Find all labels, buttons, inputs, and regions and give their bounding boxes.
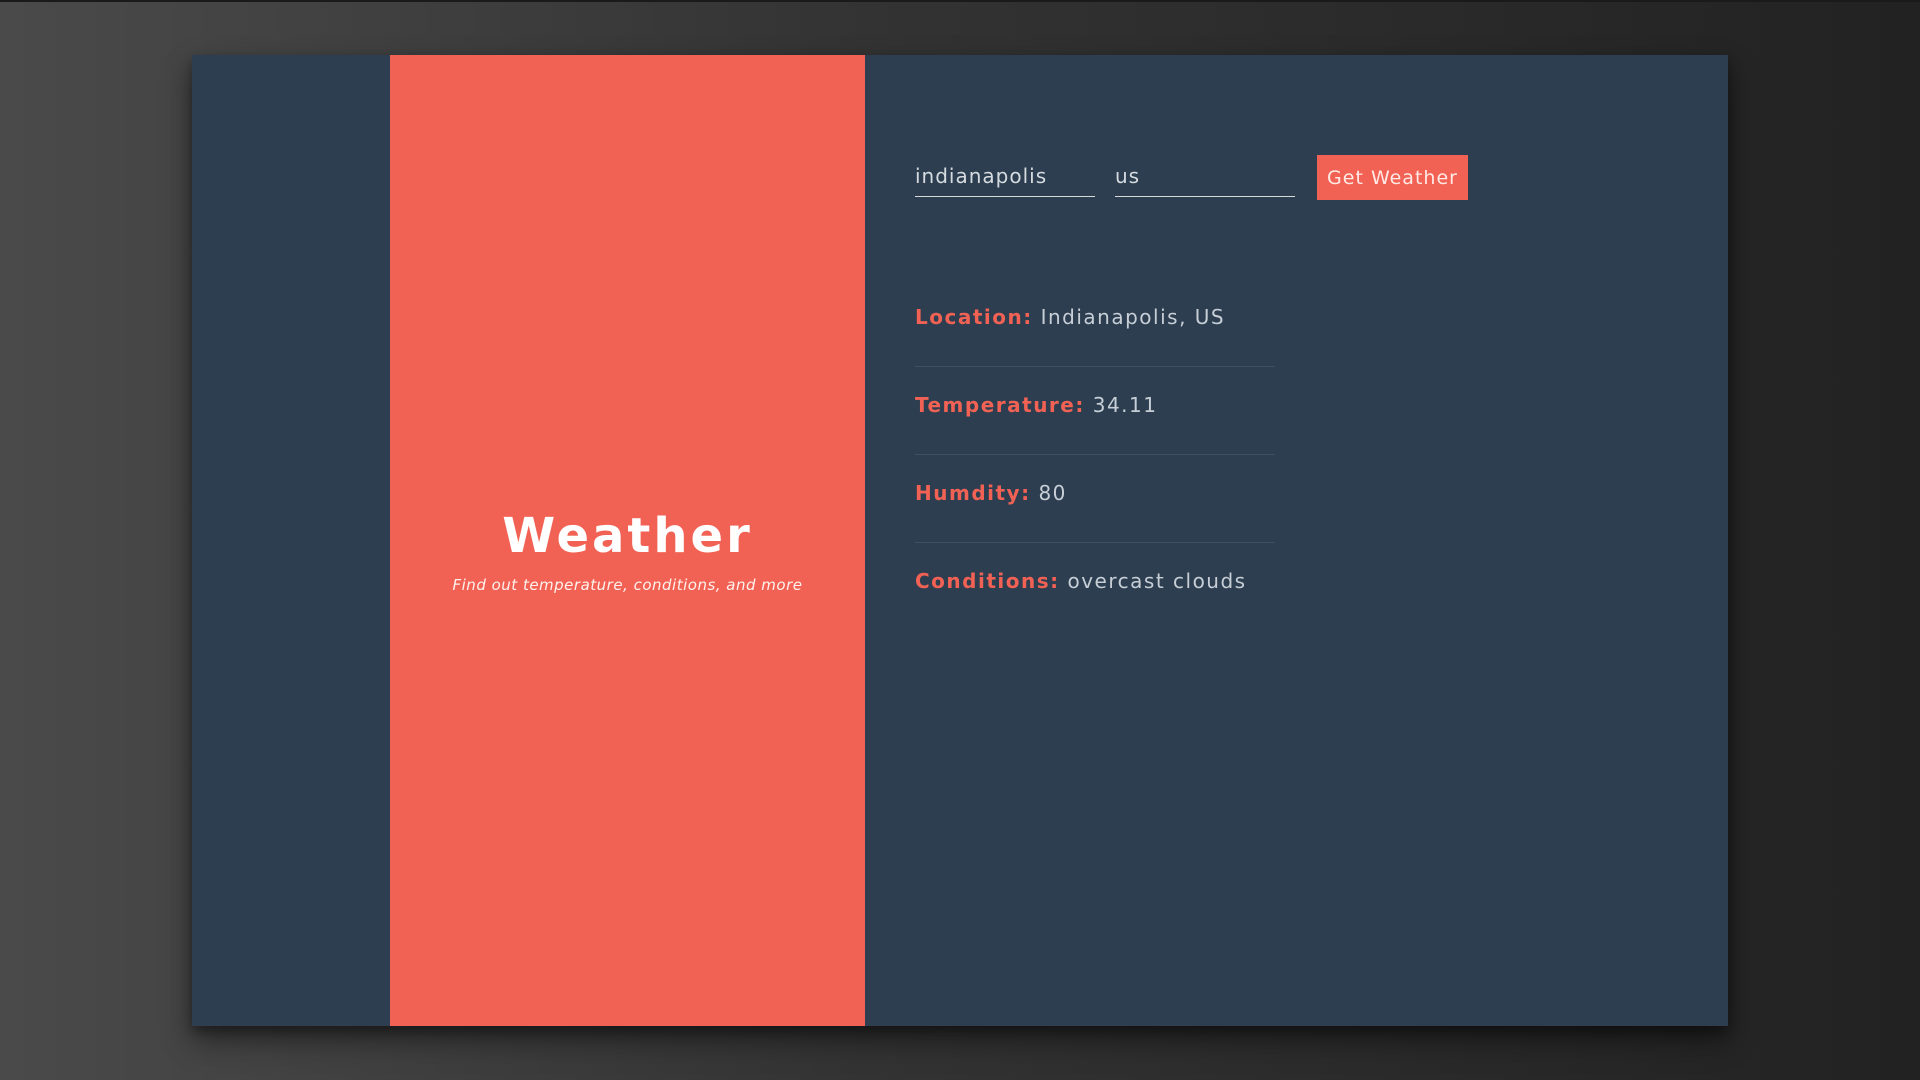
temperature-label: Temperature: <box>915 393 1085 417</box>
conditions-value: overcast clouds <box>1067 569 1247 593</box>
weather-app-card: Weather Find out temperature, conditions… <box>192 55 1728 1026</box>
location-value: Indianapolis, US <box>1040 305 1226 329</box>
humidity-value: 80 <box>1038 481 1067 505</box>
form-panel: Get Weather Location: Indianapolis, US T… <box>915 55 1728 1026</box>
left-dark-strip <box>192 55 390 1026</box>
app-title: Weather <box>502 507 753 564</box>
get-weather-button[interactable]: Get Weather <box>1317 155 1468 200</box>
result-location: Location: Indianapolis, US <box>915 280 1275 367</box>
result-humidity: Humdity: 80 <box>915 456 1275 543</box>
humidity-label: Humdity: <box>915 481 1031 505</box>
weather-results: Location: Indianapolis, US Temperature: … <box>915 280 1275 631</box>
city-input[interactable] <box>915 155 1095 197</box>
temperature-value: 34.11 <box>1092 393 1158 417</box>
result-conditions: Conditions: overcast clouds <box>915 544 1275 631</box>
location-label: Location: <box>915 305 1033 329</box>
weather-form: Get Weather <box>915 155 1468 200</box>
result-temperature: Temperature: 34.11 <box>915 368 1275 455</box>
title-panel: Weather Find out temperature, conditions… <box>390 55 865 1026</box>
window-top-edge <box>0 0 1920 2</box>
conditions-label: Conditions: <box>915 569 1060 593</box>
country-input[interactable] <box>1115 155 1295 197</box>
app-subtitle: Find out temperature, conditions, and mo… <box>452 575 803 594</box>
